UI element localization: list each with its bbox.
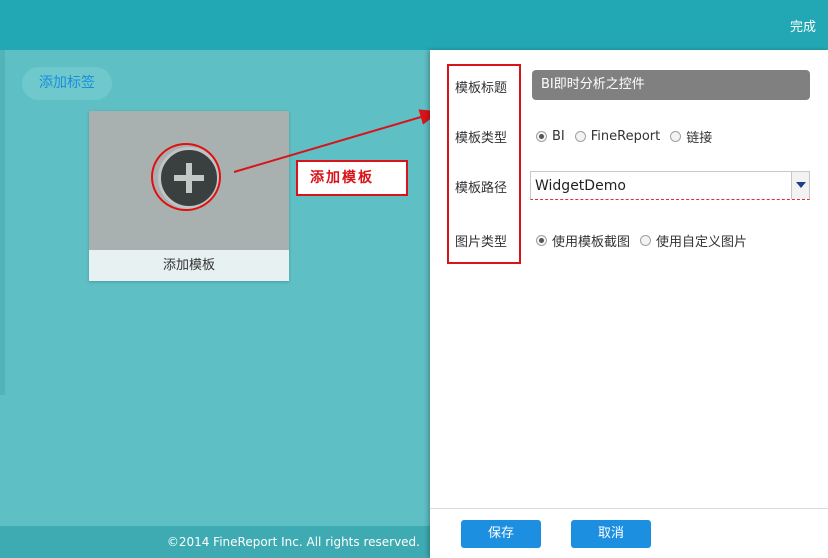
radio-checked-icon[interactable] [536, 235, 547, 246]
radio-unchecked-icon[interactable] [670, 131, 682, 142]
image-type-option-custom[interactable]: 使用自定义图片 [640, 231, 747, 250]
copyright-text: ©2014 FineReport Inc. All rights reserve… [166, 535, 420, 549]
panel-divider [430, 508, 828, 509]
save-button[interactable]: 保存 [461, 520, 541, 548]
template-title-input[interactable]: BI即时分析之控件 [532, 70, 810, 100]
radio-unchecked-icon[interactable] [574, 131, 586, 142]
template-path-value: WidgetDemo [535, 178, 626, 194]
template-path-select[interactable]: WidgetDemo [530, 171, 810, 200]
template-settings-panel: 模板标题 BI即时分析之控件 模板类型 BI FineReport 链接 模板路… [430, 50, 828, 558]
footer-bar: ©2014 FineReport Inc. All rights reserve… [0, 526, 430, 558]
template-type-option-link[interactable]: 链接 [670, 127, 712, 146]
cancel-button[interactable]: 取消 [571, 520, 651, 548]
chevron-down-icon[interactable] [791, 172, 809, 199]
template-title-label: 模板标题 [455, 81, 508, 96]
template-type-option-bi[interactable]: BI [536, 129, 565, 144]
radio-checked-icon[interactable] [536, 131, 547, 142]
template-path-label: 模板路径 [455, 181, 508, 196]
template-type-label: 模板类型 [455, 131, 508, 146]
image-type-label: 图片类型 [455, 235, 508, 250]
template-type-radio-group: BI FineReport 链接 [536, 127, 722, 146]
image-type-option-screenshot[interactable]: 使用模板截图 [536, 231, 630, 250]
radio-unchecked-icon[interactable] [640, 235, 652, 246]
template-type-option-finereport[interactable]: FineReport [574, 129, 660, 144]
annotation-callout: 添加模板 [296, 160, 408, 196]
image-type-radio-group: 使用模板截图 使用自定义图片 [536, 231, 757, 250]
